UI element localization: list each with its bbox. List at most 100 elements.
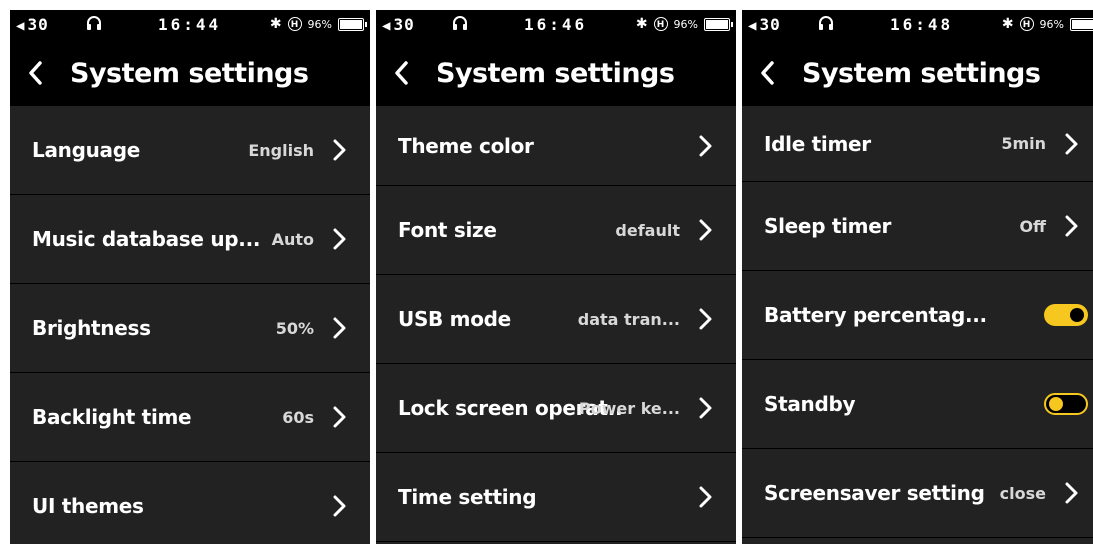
chevron-right-icon: [1065, 482, 1078, 504]
battery-icon: [1070, 17, 1093, 31]
chevron-right-icon: [333, 317, 346, 339]
row-value: close: [999, 483, 1046, 503]
volume-indicator: ◀ 30: [382, 15, 415, 34]
settings-screen-2: ◀ 30 16:46 ✱ H 96% System settings Theme …: [376, 10, 736, 544]
row-label: Screensaver setting: [764, 481, 985, 505]
setting-row-standby[interactable]: Standby: [742, 360, 1093, 449]
setting-row-screensaver[interactable]: Screensaver setting close: [742, 449, 1093, 538]
bluetooth-icon: ✱: [1001, 16, 1014, 32]
battery-icon: [338, 17, 367, 31]
setting-row-lock-screen[interactable]: Lock screen operat.. Power ke...: [376, 364, 736, 453]
setting-row-backlight-time[interactable]: Backlight time 60s: [10, 373, 370, 462]
settings-screen-1: ◀ 30 16:44 ✱ H 96% System settings Langua…: [10, 10, 370, 544]
row-value: Off: [1019, 216, 1046, 236]
volume-indicator: ◀ 30: [16, 15, 49, 34]
row-label: UI themes: [32, 494, 144, 518]
setting-row-usb-mode[interactable]: USB mode data tran...: [376, 275, 736, 364]
battery-percent: 96%: [673, 17, 698, 31]
chevron-left-icon: [761, 61, 774, 85]
clock: 16:44: [158, 15, 222, 34]
volume-level: 30: [759, 15, 781, 34]
clock: 16:46: [524, 15, 588, 34]
toggle-knob: [1049, 397, 1063, 411]
row-value: Power ke...: [578, 398, 680, 418]
chevron-right-icon: [333, 228, 346, 250]
settings-list: Language English Music database up... Au…: [10, 106, 370, 544]
battery-icon: [704, 17, 733, 31]
status-icons: ✱ H 96%: [269, 16, 367, 32]
chevron-right-icon: [699, 397, 712, 419]
battery-percent: 96%: [1039, 17, 1064, 31]
chevron-right-icon: [1065, 215, 1078, 237]
headphones-icon: [818, 15, 834, 35]
row-value: default: [615, 220, 680, 240]
setting-row-theme-color[interactable]: Theme color: [376, 106, 736, 186]
volume-level: 30: [27, 15, 49, 34]
setting-row-music-database[interactable]: Music database up... Auto: [10, 195, 370, 284]
setting-row-time-setting[interactable]: Time setting: [376, 453, 736, 542]
chevron-right-icon: [333, 139, 346, 161]
battery-percentage-toggle[interactable]: [1044, 304, 1088, 326]
chevron-right-icon: [699, 308, 712, 330]
back-button[interactable]: [10, 40, 60, 106]
standby-toggle[interactable]: [1044, 393, 1088, 415]
row-label: Time setting: [398, 485, 537, 509]
back-button[interactable]: [742, 40, 792, 106]
back-button[interactable]: [376, 40, 426, 106]
row-label: Sleep timer: [764, 214, 892, 238]
row-label: Theme color: [398, 133, 534, 158]
bluetooth-icon: ✱: [269, 16, 282, 32]
bluetooth-icon: ✱: [635, 16, 648, 32]
headphones-icon: [452, 15, 468, 35]
volume-level: 30: [393, 15, 415, 34]
row-label: Idle timer: [764, 131, 871, 156]
row-label: Music database up...: [32, 227, 261, 251]
status-bar: ◀ 30 16:48 ✱ H 96%: [742, 10, 1093, 40]
settings-list: Theme color Font size default USB mode d…: [376, 106, 736, 542]
row-value: data tran...: [577, 309, 680, 329]
row-label: Font size: [398, 218, 497, 242]
setting-row-battery-percentage[interactable]: Battery percentag...: [742, 271, 1093, 360]
settings-list: Idle timer 5min Sleep timer Off Battery …: [742, 106, 1093, 538]
row-label: Language: [32, 138, 141, 162]
setting-row-brightness[interactable]: Brightness 50%: [10, 284, 370, 373]
row-label: Standby: [764, 392, 856, 416]
volume-indicator: ◀ 30: [748, 15, 781, 34]
battery-percent: 96%: [307, 17, 332, 31]
header: System settings: [742, 40, 1093, 106]
page-title: System settings: [802, 57, 1041, 89]
chevron-right-icon: [699, 135, 712, 156]
row-label: Backlight time: [32, 405, 192, 429]
row-label: USB mode: [398, 307, 511, 331]
row-value: English: [248, 140, 314, 160]
row-value: 60s: [282, 407, 314, 427]
status-bar: ◀ 30 16:46 ✱ H 96%: [376, 10, 736, 40]
h-badge-icon: H: [1019, 17, 1034, 31]
speaker-icon: ◀: [16, 18, 26, 34]
clock: 16:48: [890, 15, 954, 34]
headphones-icon: [86, 15, 102, 35]
page-title: System settings: [436, 57, 675, 89]
row-value: 5min: [1001, 134, 1046, 153]
settings-screen-3: ◀ 30 16:48 ✱ H 96% System settings Idle t…: [742, 10, 1093, 544]
setting-row-language[interactable]: Language English: [10, 106, 370, 195]
setting-row-font-size[interactable]: Font size default: [376, 186, 736, 275]
h-badge-icon: H: [287, 17, 302, 31]
chevron-right-icon: [699, 486, 712, 508]
chevron-right-icon: [333, 406, 346, 428]
row-label: Brightness: [32, 316, 151, 340]
speaker-icon: ◀: [748, 18, 758, 34]
status-bar: ◀ 30 16:44 ✱ H 96%: [10, 10, 370, 40]
status-icons: ✱ H 96%: [635, 16, 733, 32]
chevron-left-icon: [395, 61, 408, 85]
row-value: Auto: [271, 229, 314, 249]
row-label: Battery percentag...: [764, 303, 987, 327]
setting-row-sleep-timer[interactable]: Sleep timer Off: [742, 182, 1093, 271]
speaker-icon: ◀: [382, 18, 392, 34]
setting-row-idle-timer[interactable]: Idle timer 5min: [742, 106, 1093, 182]
page-title: System settings: [70, 57, 309, 89]
chevron-right-icon: [1065, 133, 1078, 154]
chevron-right-icon: [699, 219, 712, 241]
setting-row-ui-themes[interactable]: UI themes: [10, 462, 370, 544]
h-badge-icon: H: [653, 17, 668, 31]
